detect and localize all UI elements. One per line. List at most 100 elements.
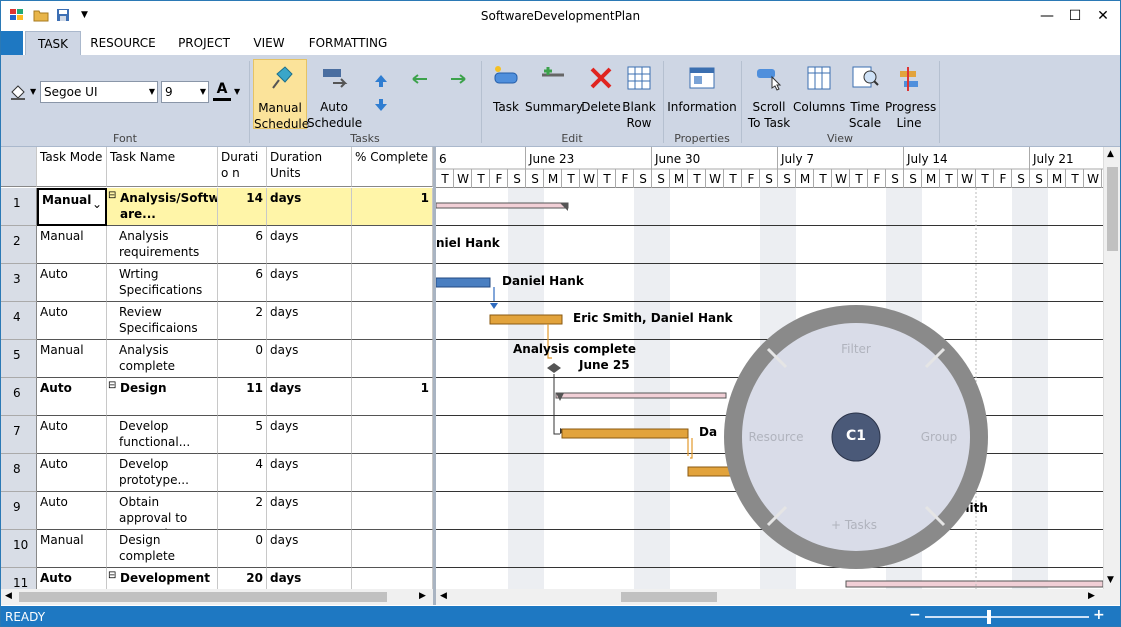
vertical-scrollbar[interactable]: ▲ ▼ [1103, 147, 1120, 589]
task-button[interactable]: Task [487, 63, 525, 115]
collapse-icon[interactable]: ⊟ [108, 568, 116, 584]
row-header[interactable]: 11 [1, 568, 37, 589]
task-name-cell[interactable]: Wrting Specifications [107, 264, 218, 302]
duration-cell[interactable]: 2 [218, 302, 267, 340]
row-header[interactable]: 6 [1, 378, 37, 416]
summary-button[interactable]: Summary [525, 63, 583, 115]
duration-cell[interactable]: 14 [218, 188, 267, 226]
vertical-scroll-thumb[interactable] [1107, 167, 1118, 251]
percent-complete-cell[interactable] [352, 264, 433, 302]
fill-dropdown-icon[interactable]: ▼ [30, 87, 36, 96]
row-header[interactable]: 8 [1, 454, 37, 492]
duration-cell[interactable]: 2 [218, 492, 267, 530]
task-mode-cell[interactable]: Auto [37, 416, 107, 454]
scroll-right-icon[interactable]: ▶ [1088, 591, 1095, 601]
move-down-icon[interactable] [373, 97, 389, 113]
grid-horizontal-scroll-thumb[interactable] [19, 592, 387, 602]
duration-cell[interactable]: 6 [218, 264, 267, 302]
indent-icon[interactable] [447, 71, 467, 87]
task-mode-cell[interactable]: Auto [37, 302, 107, 340]
task-mode-cell[interactable]: Manual [37, 226, 107, 264]
duration-cell[interactable]: 4 [218, 454, 267, 492]
task-name-cell[interactable]: Analysis requirements [107, 226, 218, 264]
scroll-left-icon[interactable]: ◀ [5, 591, 12, 601]
duration-units-cell[interactable]: days [267, 568, 352, 589]
duration-cell[interactable]: 6 [218, 226, 267, 264]
radial-tasks[interactable]: + Tasks [814, 518, 894, 532]
column-header-task-name[interactable]: Task Name [107, 147, 218, 187]
task-mode-cell[interactable]: Manual ⌄ [37, 188, 107, 226]
row-header[interactable]: 5 [1, 340, 37, 378]
font-color-icon[interactable]: A [213, 81, 231, 101]
duration-units-cell[interactable]: days [267, 226, 352, 264]
outdent-icon[interactable] [411, 71, 431, 87]
duration-units-cell[interactable]: days [267, 378, 352, 416]
task-mode-cell[interactable]: Manual [37, 530, 107, 568]
scroll-up-icon[interactable]: ▲ [1107, 149, 1114, 159]
row-header[interactable]: 9 [1, 492, 37, 530]
progress-line-button[interactable]: Progress Line [885, 63, 936, 131]
percent-complete-cell[interactable] [352, 302, 433, 340]
task-mode-cell[interactable]: Auto [37, 454, 107, 492]
task-mode-cell[interactable]: Auto [37, 264, 107, 302]
tab-resource[interactable]: RESOURCE [87, 31, 159, 55]
percent-complete-cell[interactable]: 1 [352, 378, 433, 416]
tab-project[interactable]: PROJECT [171, 31, 237, 55]
task-name-cell[interactable]: Review Specificaions [107, 302, 218, 340]
radial-resource[interactable]: Resource [736, 430, 816, 444]
scroll-to-task-button[interactable]: Scroll To Task [745, 63, 793, 131]
chart-horizontal-scrollbar[interactable]: ◀ ▶ [436, 589, 1103, 605]
blank-row-button[interactable]: Blank Row [621, 63, 657, 131]
move-up-icon[interactable] [373, 73, 389, 89]
font-family-combo[interactable]: Segoe UI ▼ [40, 81, 158, 103]
column-header-task-mode[interactable]: Task Mode [37, 147, 107, 187]
tab-task[interactable]: TASK [25, 31, 81, 55]
column-header-duration[interactable]: Duratio n [218, 147, 267, 187]
task-name-cell[interactable]: Develop prototype... [107, 454, 218, 492]
scroll-left-icon[interactable]: ◀ [440, 591, 447, 601]
row-header[interactable]: 7 [1, 416, 37, 454]
duration-units-cell[interactable]: days [267, 302, 352, 340]
duration-units-cell[interactable]: days [267, 492, 352, 530]
percent-complete-cell[interactable]: 1 [352, 188, 433, 226]
radial-filter[interactable]: Filter [816, 342, 896, 356]
scroll-down-icon[interactable]: ▼ [1107, 575, 1114, 585]
task-name-cell[interactable]: Design ⊟ [107, 378, 218, 416]
zoom-in-icon[interactable]: + [1093, 607, 1105, 623]
time-scale-button[interactable]: Time Scale [845, 63, 885, 131]
task-name-cell[interactable]: Obtain approval to proceed [107, 492, 218, 530]
zoom-slider-track[interactable] [925, 616, 1089, 618]
duration-cell[interactable]: 11 [218, 378, 267, 416]
task-mode-cell[interactable]: Auto [37, 492, 107, 530]
duration-cell[interactable]: 20 [218, 568, 267, 589]
chevron-down-icon[interactable]: ⌄ [92, 196, 102, 212]
percent-complete-cell[interactable] [352, 568, 433, 589]
task-name-cell[interactable]: Develop functional... [107, 416, 218, 454]
duration-units-cell[interactable]: days [267, 340, 352, 378]
column-header-percent-complete[interactable]: % Complete [352, 147, 433, 187]
task-name-cell[interactable]: Development ⊟ [107, 568, 218, 589]
row-header[interactable]: 3 [1, 264, 37, 302]
zoom-slider-thumb[interactable] [987, 610, 991, 624]
font-color-dropdown-icon[interactable]: ▼ [234, 87, 240, 96]
columns-button[interactable]: Columns [793, 63, 845, 115]
duration-units-cell[interactable]: days [267, 454, 352, 492]
font-size-combo[interactable]: 9 ▼ [161, 81, 209, 103]
scroll-right-icon[interactable]: ▶ [419, 591, 426, 601]
task-mode-cell[interactable]: Manual [37, 340, 107, 378]
auto-schedule-button[interactable]: Auto Schedule [307, 63, 362, 131]
percent-complete-cell[interactable] [352, 454, 433, 492]
task-name-cell[interactable]: Analysis complete [107, 340, 218, 378]
percent-complete-cell[interactable] [352, 492, 433, 530]
percent-complete-cell[interactable] [352, 530, 433, 568]
tab-formatting[interactable]: FORMATTING [303, 31, 393, 55]
row-header[interactable]: 2 [1, 226, 37, 264]
percent-complete-cell[interactable] [352, 340, 433, 378]
radial-group[interactable]: Group [899, 430, 979, 444]
task-mode-cell[interactable]: Auto [37, 568, 107, 589]
percent-complete-cell[interactable] [352, 226, 433, 264]
column-header-duration-units[interactable]: Duration Units [267, 147, 352, 187]
duration-units-cell[interactable]: days [267, 530, 352, 568]
zoom-out-icon[interactable]: − [909, 607, 921, 623]
grid-horizontal-scrollbar[interactable]: ◀ ▶ [1, 589, 433, 605]
